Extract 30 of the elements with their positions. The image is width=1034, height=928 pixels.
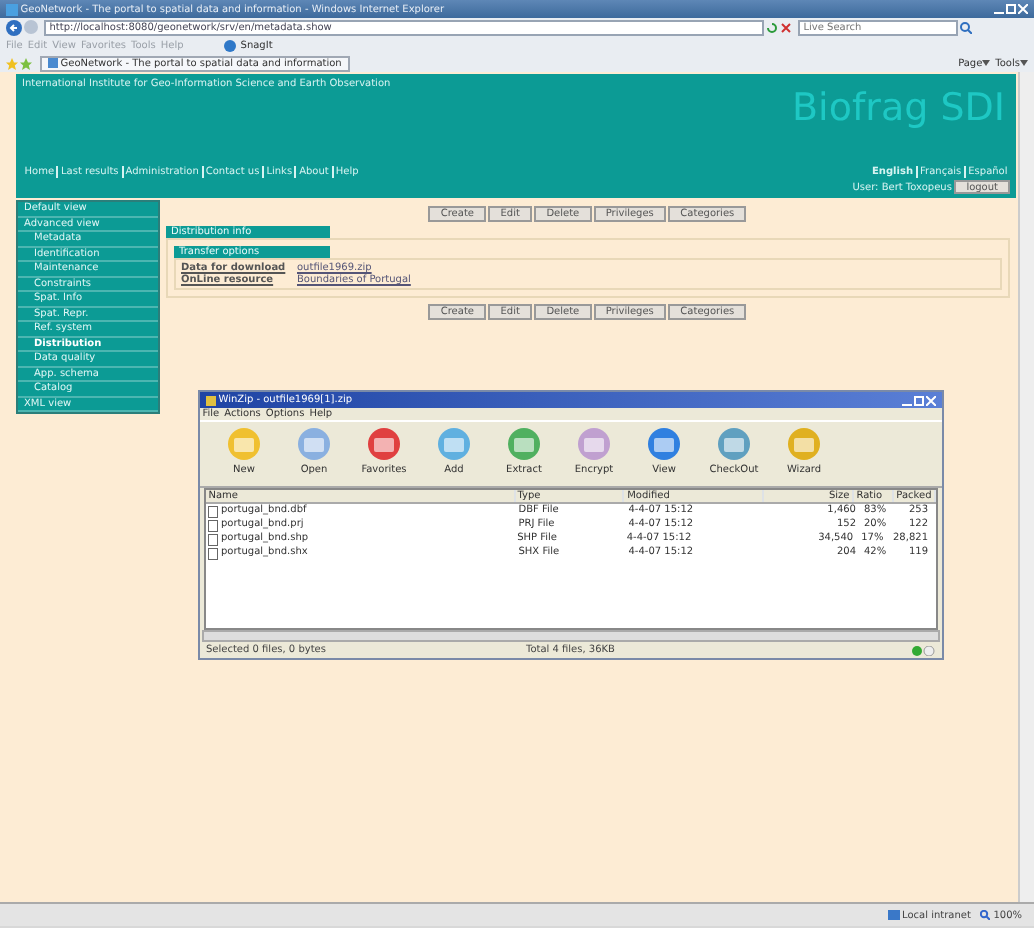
- caret-icon: [1020, 60, 1028, 66]
- winzip-window[interactable]: [198, 390, 944, 660]
- search-icon[interactable]: [960, 21, 972, 33]
- page-icon: [48, 58, 58, 68]
- toolbar-icon: [366, 426, 402, 462]
- toolbar-icon: [226, 426, 262, 462]
- scrollbar[interactable]: [1018, 72, 1034, 902]
- close-icon[interactable]: [1018, 4, 1028, 14]
- network-icon: [887, 910, 900, 920]
- toolbar-icon: [786, 426, 822, 462]
- toolbar-icon: [646, 426, 682, 462]
- winzip-icon: [206, 395, 216, 405]
- toolbar-icon: [296, 426, 332, 462]
- zoom-icon: [980, 910, 991, 920]
- snagit-icon[interactable]: [223, 39, 236, 51]
- toolbar-icon: [436, 426, 472, 462]
- horizontal-scrollbar[interactable]: [202, 630, 940, 642]
- back-icon[interactable]: [6, 19, 22, 35]
- maximize-icon[interactable]: [1005, 4, 1016, 14]
- favorites-star-icon[interactable]: [6, 57, 18, 69]
- caret-icon: [982, 60, 991, 66]
- status-light-icon: [912, 645, 936, 655]
- close-icon[interactable]: [926, 395, 936, 405]
- stop-icon[interactable]: [780, 21, 793, 33]
- toolbar-icon: [576, 426, 612, 462]
- browser-icon: [6, 3, 18, 15]
- toolbar-icon: [506, 426, 542, 462]
- refresh-icon[interactable]: [766, 21, 778, 33]
- maximize-icon[interactable]: [913, 395, 924, 405]
- toolbar-icon: [716, 426, 752, 462]
